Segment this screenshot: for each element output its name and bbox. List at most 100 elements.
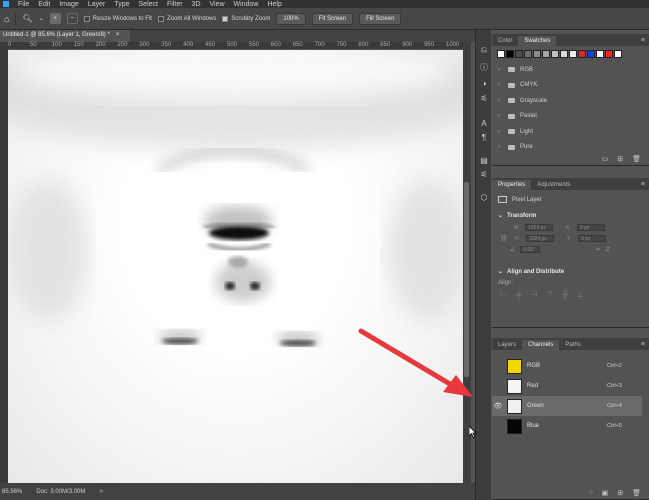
channel-row[interactable]: RGB Ctrl+2 (492, 356, 642, 376)
align-vcenter-icon[interactable]: ╫ (563, 290, 569, 299)
color-swatch[interactable] (605, 50, 613, 58)
vertical-scrollbar[interactable] (463, 42, 471, 483)
load-selection-icon[interactable]: ◌ (588, 489, 592, 497)
info-icon[interactable]: ⓘ (478, 61, 490, 73)
align-hcenter-icon[interactable]: ╪ (516, 290, 522, 299)
menu-3d[interactable]: 3D (192, 1, 201, 8)
character-icon[interactable]: A (478, 117, 490, 129)
flip-vertical-icon[interactable]: ⇵ (605, 246, 610, 253)
tab-swatches[interactable]: Swatches (518, 36, 557, 46)
resize-windows-checkbox[interactable]: Resize Windows to Fit (83, 15, 152, 22)
zoom-out-icon[interactable]: − (66, 13, 78, 24)
tab-properties[interactable]: Properties (492, 180, 532, 190)
swatch-group[interactable]: › RGB (492, 62, 649, 78)
paragraph-icon[interactable]: ¶ (478, 131, 490, 143)
channel-row[interactable]: Blue Ctrl+5 (492, 416, 642, 436)
menu-select[interactable]: Select (139, 1, 158, 8)
trash-icon[interactable]: 🗑︎ (632, 155, 641, 163)
fill-screen-button[interactable]: Fill Screen (359, 12, 402, 25)
menu-view[interactable]: View (210, 1, 225, 8)
channel-row[interactable]: Red Ctrl+3 (492, 376, 642, 396)
close-icon[interactable]: × (116, 32, 120, 40)
tab-channels[interactable]: Channels (522, 340, 560, 350)
color-swatch[interactable] (596, 50, 604, 58)
new-channel-icon[interactable]: ⊞ (617, 489, 623, 497)
color-swatch[interactable] (506, 50, 514, 58)
document-tab[interactable]: Untitled-1 @ 85.6% (Layer 1, Green/8) * … (0, 30, 130, 42)
width-field[interactable]: 1024 px (525, 224, 553, 231)
align-bottom-icon[interactable]: ⊥ (577, 290, 584, 299)
properties-sliders-icon[interactable]: ⚟ (478, 92, 490, 104)
new-group-icon[interactable]: ▭ (602, 155, 609, 163)
home-icon[interactable]: ⌂ (4, 14, 9, 24)
menu-type[interactable]: Type (114, 1, 129, 8)
x-field[interactable]: 0 px (577, 224, 605, 231)
fit-screen-button[interactable]: Fit Screen (311, 12, 354, 25)
save-selection-icon[interactable]: ▣ (602, 489, 609, 497)
menu-filter[interactable]: Filter (167, 1, 183, 8)
align-top-icon[interactable]: ⊤ (547, 290, 554, 299)
color-swatch[interactable] (542, 50, 550, 58)
color-swatch[interactable] (497, 50, 505, 58)
chevron-right-icon[interactable]: › (498, 98, 503, 104)
swatch-group[interactable]: › Grayscale (492, 93, 649, 109)
align-left-icon[interactable]: ⊢ (500, 290, 507, 299)
color-swatch[interactable] (569, 50, 577, 58)
photoshop-logo-icon[interactable] (3, 1, 9, 7)
chevron-right-icon[interactable]: › (498, 144, 503, 150)
tab-adjustments[interactable]: Adjustments (531, 180, 576, 190)
color-swatch[interactable] (515, 50, 523, 58)
3d-cube-icon[interactable]: ⬡ (478, 191, 490, 203)
ruler-top[interactable]: 0 50 100 150 200 250 300 350 400 450 500 550 600 650 7… (8, 42, 463, 50)
menu-file[interactable]: File (18, 1, 29, 8)
zoom-value-field[interactable]: 100% (276, 12, 306, 25)
swatch-group[interactable]: › Pure (492, 140, 649, 156)
document-canvas[interactable] (8, 50, 463, 483)
tab-color[interactable]: Color (492, 36, 518, 46)
menu-image[interactable]: Image (59, 1, 78, 8)
trash-icon[interactable]: 🗑︎ (632, 489, 641, 497)
scrubby-zoom-checkbox[interactable]: Scrubby Zoom (222, 15, 270, 22)
flip-horizontal-icon[interactable]: ⇹ (595, 246, 600, 253)
zoom-all-windows-checkbox[interactable]: Zoom All Windows (157, 15, 216, 22)
adjustments-icon[interactable]: ◑ (478, 77, 490, 89)
new-swatch-icon[interactable]: ⊞ (617, 155, 623, 163)
menu-help[interactable]: Help (267, 1, 281, 8)
panel-menu-icon[interactable]: ≡ (641, 37, 645, 44)
color-swatch[interactable] (524, 50, 532, 58)
height-field[interactable]: 1024 px (526, 235, 554, 242)
eye-icon[interactable]: 👁︎ (492, 402, 504, 410)
link-icon[interactable]: ⛓ (500, 235, 510, 242)
zoom-tool-icon[interactable]: 🔍︎ (22, 14, 32, 23)
angle-field[interactable]: 0.00° (520, 246, 541, 253)
swatch-group[interactable]: › CMYK (492, 78, 649, 94)
color-swatch[interactable] (551, 50, 559, 58)
status-zoom[interactable]: 85.56% (2, 489, 22, 495)
color-swatch[interactable] (614, 50, 622, 58)
color-swatch[interactable] (560, 50, 568, 58)
status-arrow-button[interactable]: > (99, 489, 103, 495)
chevron-right-icon[interactable]: › (498, 82, 503, 88)
swatch-group[interactable]: › Light (492, 124, 649, 140)
history-icon[interactable]: ⎌ (478, 44, 490, 56)
menu-edit[interactable]: Edit (38, 1, 50, 8)
menu-window[interactable]: Window (234, 1, 259, 8)
channel-row[interactable]: 👁︎ Green Ctrl+4 (492, 396, 642, 416)
libraries-icon[interactable]: ▤ (478, 154, 490, 166)
brush-settings-icon[interactable]: ⚟ (478, 168, 490, 180)
y-field[interactable]: 0 px (578, 235, 606, 242)
tab-layers[interactable]: Layers (492, 340, 522, 350)
color-swatch[interactable] (587, 50, 595, 58)
color-swatch[interactable] (533, 50, 541, 58)
transform-section-header[interactable]: ⌄ Transform (492, 209, 649, 222)
chevron-right-icon[interactable]: › (498, 113, 503, 119)
chevron-right-icon[interactable]: › (498, 67, 503, 73)
menu-layer[interactable]: Layer (88, 1, 106, 8)
align-section-header[interactable]: ⌄ Align and Distribute (492, 265, 649, 278)
ruler-left[interactable] (0, 42, 8, 483)
panel-menu-icon[interactable]: ≡ (641, 341, 645, 348)
align-right-icon[interactable]: ⊣ (531, 290, 538, 299)
chevron-right-icon[interactable]: › (498, 129, 503, 135)
panel-menu-icon[interactable]: ≡ (641, 181, 645, 188)
color-swatch[interactable] (578, 50, 586, 58)
